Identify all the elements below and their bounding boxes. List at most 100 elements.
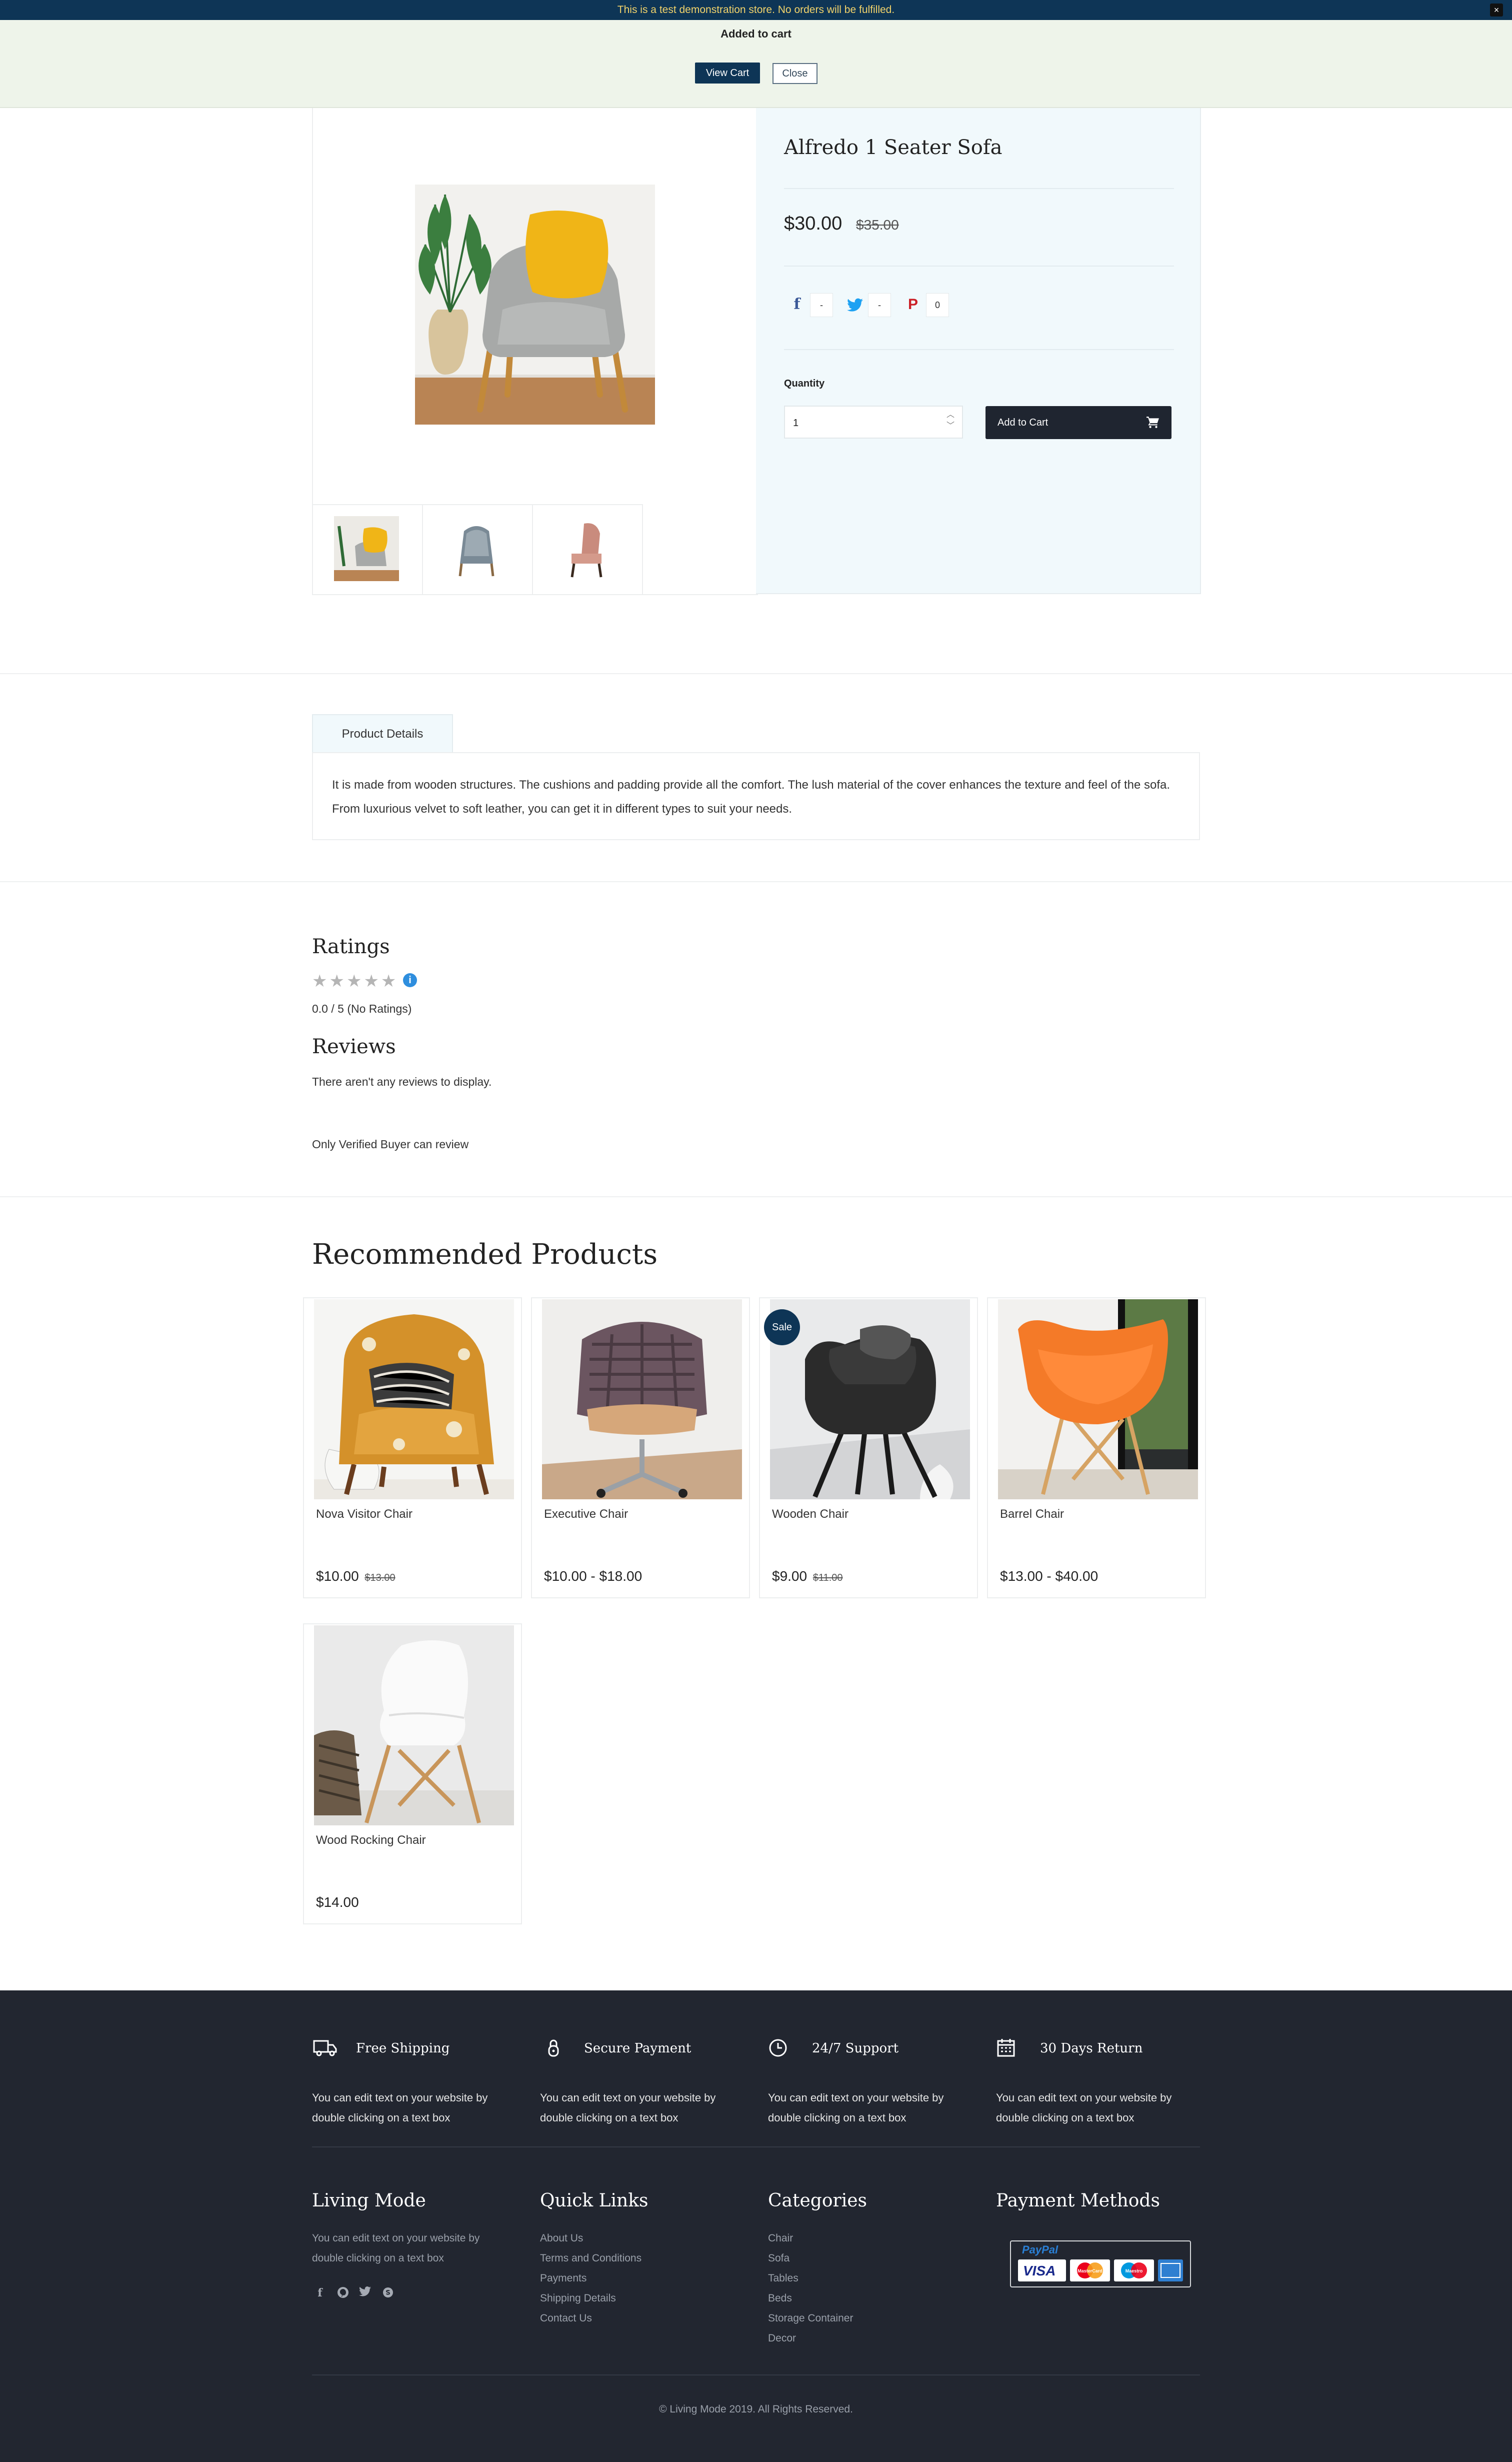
footer-link[interactable]: Chair	[768, 2228, 853, 2248]
feature-title: Secure Payment	[584, 2041, 692, 2056]
quick-links-title: Quick Links	[540, 2190, 648, 2211]
brand-title: Living Mode	[312, 2190, 426, 2211]
product-name[interactable]: Executive Chair	[544, 1507, 628, 1521]
thumbnail-2[interactable]	[423, 504, 533, 594]
product-card[interactable]: Barrel Chair $13.00 - $40.00	[987, 1297, 1206, 1598]
old-price: $11.00	[812, 1572, 843, 1583]
divider	[784, 349, 1174, 350]
copyright: © Living Mode 2019. All Rights Reserved.	[659, 2403, 853, 2415]
quantity-stepper[interactable]: ︿ ﹀	[943, 410, 958, 435]
footer-link[interactable]: Shipping Details	[540, 2288, 642, 2308]
product-info-panel: Alfredo 1 Seater Sofa $30.00 $35.00 f - …	[756, 108, 1201, 594]
feature-text: You can edit text on your website by dou…	[312, 2091, 488, 2124]
chevron-down-icon[interactable]: ﹀	[943, 421, 958, 432]
product-price: $30.00	[784, 213, 842, 234]
demo-store-notice: This is a test demonstration store. No o…	[0, 0, 1512, 20]
footer-link[interactable]: Decor	[768, 2328, 853, 2348]
feature-title: Free Shipping	[356, 2041, 450, 2056]
skype-icon[interactable]	[381, 2286, 395, 2300]
brand-text: You can edit text on your website by dou…	[312, 2232, 480, 2264]
thumbnail-3[interactable]	[533, 504, 643, 594]
site-footer: Free Shipping You can edit text on your …	[0, 1990, 1512, 2462]
facebook-share-count: -	[810, 293, 833, 317]
feature-title: 30 Days Return	[1040, 2041, 1143, 2056]
add-to-cart-label: Add to Cart	[998, 417, 1048, 428]
pinterest-icon[interactable]	[336, 2286, 350, 2300]
main-product-image[interactable]	[415, 185, 655, 425]
pinterest-share-count: 0	[926, 293, 949, 317]
product-image[interactable]	[998, 1299, 1198, 1499]
footer-link[interactable]: About Us	[540, 2228, 642, 2248]
maestro-logo-text: Maestro	[1126, 2268, 1143, 2273]
info-icon[interactable]: i	[403, 973, 417, 987]
product-image[interactable]	[542, 1299, 742, 1499]
chevron-up-icon[interactable]: ︿	[943, 410, 958, 421]
quantity-value: 1	[793, 418, 799, 429]
product-old-price: $35.00	[856, 217, 899, 233]
footer-link[interactable]: Beds	[768, 2288, 853, 2308]
footer-link[interactable]: Storage Container	[768, 2308, 853, 2328]
product-card[interactable]: Nova Visitor Chair $10.00 $13.00	[303, 1297, 522, 1598]
product-name[interactable]: Wooden Chair	[772, 1507, 848, 1521]
clock-icon	[769, 2039, 787, 2057]
product-name[interactable]: Wood Rocking Chair	[316, 1833, 426, 1847]
footer-link[interactable]: Tables	[768, 2268, 853, 2288]
footer-divider	[312, 2374, 1200, 2375]
twitter-icon[interactable]	[358, 2286, 372, 2300]
close-icon[interactable]: ×	[1490, 4, 1503, 17]
quantity-input[interactable]: 1 ︿ ﹀	[784, 406, 963, 439]
tab-product-details[interactable]: Product Details	[312, 714, 453, 753]
twitter-share-icon[interactable]	[845, 293, 865, 316]
product-description: It is made from wooden structures. The c…	[312, 752, 1200, 840]
product-card[interactable]: Sale Wooden Chair $9.00 $11.00	[759, 1297, 978, 1598]
thumbnail-1[interactable]	[313, 504, 423, 594]
footer-link[interactable]: Terms and Conditions	[540, 2248, 642, 2268]
product-price: $9.00 $11.00	[772, 1568, 843, 1584]
added-to-cart-title: Added to cart	[720, 28, 792, 40]
product-card[interactable]: Executive Chair $10.00 - $18.00	[531, 1297, 750, 1598]
feature-text: You can edit text on your website by dou…	[768, 2091, 944, 2124]
facebook-icon[interactable]: f	[313, 2286, 327, 2300]
facebook-share-icon[interactable]: f	[787, 293, 807, 316]
product-title: Alfredo 1 Seater Sofa	[784, 136, 1002, 159]
mastercard-logo-text: MasterCard	[1078, 2268, 1102, 2273]
product-name[interactable]: Nova Visitor Chair	[316, 1507, 412, 1521]
cart-icon	[1146, 417, 1159, 428]
star-rating: ★★★★★	[312, 972, 398, 991]
footer-link[interactable]: Sofa	[768, 2248, 853, 2268]
rating-summary: 0.0 / 5 (No Ratings)	[312, 1002, 412, 1015]
product-image[interactable]	[314, 1299, 514, 1499]
payment-methods-title: Payment Methods	[996, 2190, 1160, 2211]
product-name[interactable]: Barrel Chair	[1000, 1507, 1064, 1521]
product-image[interactable]	[770, 1299, 970, 1499]
section-divider	[0, 1196, 1512, 1197]
quantity-label: Quantity	[784, 378, 825, 389]
product-image[interactable]	[314, 1625, 514, 1825]
categories-list: Chair Sofa Tables Beds Storage Container…	[768, 2228, 853, 2348]
truck-icon	[313, 2040, 337, 2056]
close-banner-button[interactable]: Close	[772, 63, 818, 84]
pinterest-share-icon[interactable]: P	[903, 293, 923, 316]
paypal-logo-text: PayPal	[1022, 2243, 1058, 2256]
demo-notice-text: This is a test demonstration store. No o…	[617, 4, 895, 16]
view-cart-button[interactable]: View Cart	[695, 63, 760, 84]
product-price: $10.00 - $18.00	[544, 1568, 642, 1584]
visa-logo-text: VISA	[1023, 2263, 1056, 2278]
product-gallery	[312, 108, 758, 595]
added-to-cart-banner: Added to cart View Cart Close	[0, 20, 1512, 108]
add-to-cart-button[interactable]: Add to Cart	[986, 406, 1172, 439]
footer-link[interactable]: Contact Us	[540, 2308, 642, 2328]
sale-badge: Sale	[764, 1309, 800, 1345]
footer-link[interactable]: Payments	[540, 2268, 642, 2288]
section-divider	[0, 881, 1512, 882]
calendar-icon	[997, 2039, 1015, 2057]
product-card[interactable]: Wood Rocking Chair $14.00	[303, 1623, 522, 1924]
product-price: $10.00 $13.00	[316, 1568, 396, 1584]
product-price: $13.00 - $40.00	[1000, 1568, 1098, 1584]
feature-text: You can edit text on your website by dou…	[996, 2091, 1172, 2124]
twitter-share-count: -	[868, 293, 891, 317]
old-price: $13.00	[364, 1572, 396, 1583]
divider	[784, 188, 1174, 189]
payment-methods-badge: PayPal VISA MasterCard Maestro	[1010, 2240, 1191, 2287]
card-logos-icon: PayPal VISA MasterCard Maestro	[1018, 2243, 1183, 2281]
